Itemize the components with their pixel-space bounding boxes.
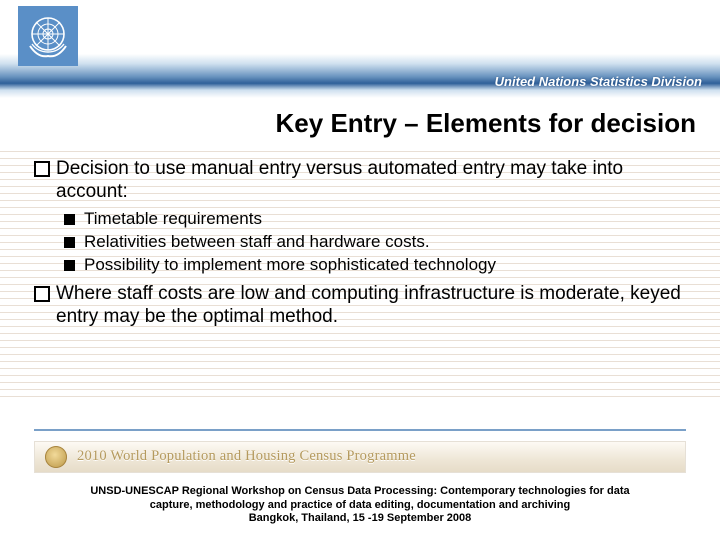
workshop-line: UNSD-UNESCAP Regional Workshop on Census… [54, 485, 666, 499]
un-logo-icon [18, 6, 78, 66]
slide-title: Key Entry – Elements for decision [0, 100, 720, 145]
workshop-line: capture, methodology and practice of dat… [54, 499, 666, 513]
bullet-level2: Possibility to implement more sophistica… [84, 255, 692, 276]
bullet-level1: Where staff costs are low and computing … [56, 282, 692, 328]
workshop-line: Bangkok, Thailand, 15 -19 September 2008 [54, 512, 666, 526]
division-label: United Nations Statistics Division [495, 74, 702, 89]
slide-body: Decision to use manual entry versus auto… [0, 145, 720, 397]
programme-title: 2010 World Population and Housing Census… [77, 448, 416, 465]
slide-footer: 2010 World Population and Housing Census… [0, 429, 720, 540]
bullet-level1: Decision to use manual entry versus auto… [56, 157, 692, 203]
bullet-level2: Relativities between staff and hardware … [84, 232, 692, 253]
slide-header: United Nations Statistics Division [0, 0, 720, 98]
bullet-level2: Timetable requirements [84, 209, 692, 230]
slide: United Nations Statistics Division Key E… [0, 0, 720, 540]
divider [34, 429, 686, 431]
workshop-info: UNSD-UNESCAP Regional Workshop on Census… [34, 485, 686, 526]
programme-logo-icon [45, 446, 67, 468]
programme-banner: 2010 World Population and Housing Census… [34, 441, 686, 473]
sub-bullet-group: Timetable requirements Relativities betw… [34, 209, 692, 275]
